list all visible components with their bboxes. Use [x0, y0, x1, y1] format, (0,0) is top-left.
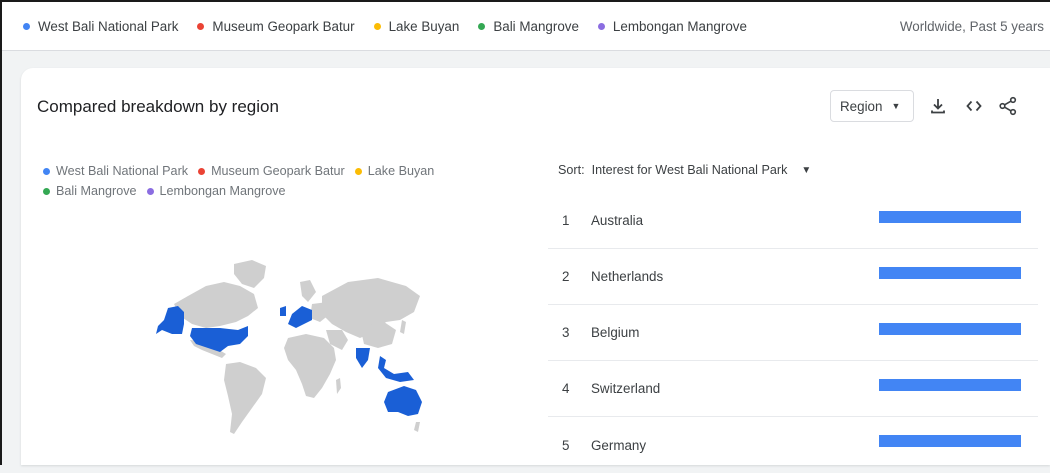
purple-dot-icon	[597, 22, 605, 30]
map-new-zealand[interactable]	[414, 422, 420, 432]
map-western-europe[interactable]	[288, 306, 312, 328]
blue-dot-icon	[23, 22, 30, 30]
scope-timeframe[interactable]: Worldwide, Past 5 years	[900, 19, 1050, 34]
map-madagascar[interactable]	[336, 378, 341, 394]
interest-bar	[879, 211, 1021, 223]
term-label: Bali Mangrove	[493, 18, 579, 34]
red-dot-icon	[198, 167, 206, 175]
map-australia[interactable]	[384, 386, 422, 416]
ranking-row[interactable]: 2 Netherlands	[548, 249, 1038, 305]
country-name: Netherlands	[591, 269, 664, 284]
term-lake-buyan[interactable]: Lake Buyan	[373, 18, 460, 34]
caret-down-icon: ▼	[891, 101, 901, 111]
region-dropdown[interactable]: Region ▼	[830, 90, 914, 122]
legend-label: Bali Mangrove	[56, 184, 137, 198]
frame-border-left	[0, 0, 2, 465]
term-label: Lembongan Mangrove	[612, 18, 747, 34]
interest-bar	[879, 267, 1021, 279]
map-alaska[interactable]	[156, 306, 184, 334]
yellow-dot-icon	[373, 22, 381, 30]
interest-bar-track	[879, 379, 1021, 391]
yellow-dot-icon	[354, 167, 362, 175]
ranking-row[interactable]: 1 Australia	[548, 193, 1038, 249]
download-icon[interactable]	[926, 94, 950, 118]
map-united-kingdom[interactable]	[280, 306, 286, 316]
map-legend: West Bali National Park Museum Geopark B…	[43, 161, 503, 201]
interest-bar-track	[879, 323, 1021, 335]
map-south-america[interactable]	[224, 362, 266, 434]
country-name: Switzerland	[591, 381, 661, 396]
term-lembongan-mangrove[interactable]: Lembongan Mangrove	[597, 18, 747, 34]
map-canada[interactable]	[174, 282, 258, 328]
interest-bar-track	[879, 267, 1021, 279]
map-japan[interactable]	[400, 320, 406, 334]
map-southeast-asia[interactable]	[378, 356, 414, 382]
rank-number: 1	[562, 213, 570, 228]
rank-number: 4	[562, 381, 570, 396]
legend-item-lembongan-mangrove: Lembongan Mangrove	[146, 184, 286, 198]
country-name: Germany	[591, 437, 647, 453]
legend-label: Museum Geopark Batur	[211, 164, 345, 178]
term-bali-mangrove[interactable]: Bali Mangrove	[478, 19, 579, 34]
rank-number: 5	[562, 437, 570, 453]
map-africa[interactable]	[284, 334, 336, 398]
sort-value: Interest for West Bali National Park	[591, 163, 788, 177]
ranking-row[interactable]: 4 Switzerland	[548, 361, 1038, 417]
map-scandinavia[interactable]	[300, 280, 316, 302]
blue-dot-icon	[43, 167, 50, 175]
term-label: West Bali National Park	[38, 18, 179, 34]
legend-label: West Bali National Park	[56, 164, 189, 178]
ranking-row[interactable]: 3 Belgium	[548, 305, 1038, 361]
country-name: Belgium	[591, 325, 640, 340]
rank-number: 2	[562, 269, 570, 284]
green-dot-icon	[43, 187, 50, 195]
region-ranking-list: 1 Australia 2 Netherlands 3 Belgium 4 Sw…	[548, 193, 1038, 473]
interest-bar	[879, 435, 1021, 447]
sort-label: Sort:	[558, 163, 585, 177]
map-india[interactable]	[356, 348, 370, 368]
sort-selector[interactable]: Sort: Interest for West Bali National Pa…	[558, 163, 811, 177]
caret-down-icon: ▼	[801, 164, 812, 176]
map-china[interactable]	[360, 322, 396, 348]
card-title: Compared breakdown by region	[37, 97, 279, 116]
legend-row: West Bali National Park Museum Geopark B…	[43, 161, 503, 181]
interest-bar	[879, 323, 1021, 335]
term-west-bali[interactable]: West Bali National Park	[23, 19, 178, 34]
world-map[interactable]	[116, 256, 426, 446]
embed-code-icon[interactable]	[962, 94, 986, 118]
term-label: Lake Buyan	[388, 18, 460, 34]
green-dot-icon	[478, 22, 486, 30]
interest-bar	[879, 379, 1021, 391]
legend-row: Bali Mangrove Lembongan Mangrove	[43, 181, 503, 201]
region-dropdown-label: Region	[840, 98, 883, 114]
red-dot-icon	[197, 22, 205, 30]
term-list: West Bali National Park Museum Geopark B…	[2, 19, 900, 34]
legend-item-bali-mangrove: Bali Mangrove	[43, 184, 137, 198]
comparison-legend-bar: West Bali National Park Museum Geopark B…	[2, 2, 1050, 51]
share-icon[interactable]	[996, 94, 1020, 118]
interest-bar-track	[879, 435, 1021, 447]
term-label: Museum Geopark Batur	[212, 18, 355, 34]
rank-number: 3	[562, 325, 570, 340]
map-greenland[interactable]	[234, 260, 266, 288]
legend-item-museum-geopark: Museum Geopark Batur	[198, 164, 345, 178]
interest-bar-track	[879, 211, 1021, 223]
legend-label: Lake Buyan	[367, 164, 435, 178]
legend-item-west-bali: West Bali National Park	[43, 164, 188, 178]
legend-item-lake-buyan: Lake Buyan	[354, 164, 435, 178]
term-museum-geopark[interactable]: Museum Geopark Batur	[197, 18, 355, 34]
purple-dot-icon	[146, 187, 154, 195]
country-name: Australia	[591, 213, 644, 228]
legend-label: Lembongan Mangrove	[159, 184, 286, 198]
region-breakdown-card: Compared breakdown by region Region ▼ We…	[21, 68, 1050, 465]
